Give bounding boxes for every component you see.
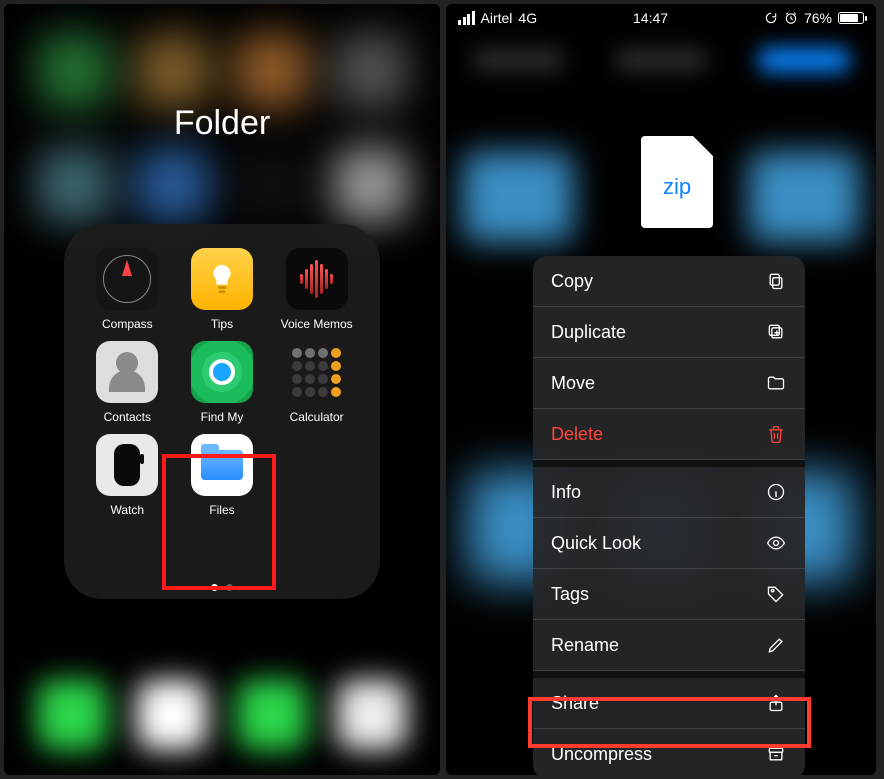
- menu-label: Info: [551, 482, 581, 503]
- find-my-icon: [191, 341, 253, 403]
- menu-delete[interactable]: Delete: [533, 409, 805, 460]
- alarm-icon: [784, 11, 798, 25]
- dock-blur: [4, 655, 440, 775]
- menu-label: Uncompress: [551, 744, 652, 765]
- watch-icon: [96, 434, 158, 496]
- share-icon: [765, 692, 787, 714]
- carrier-label: Airtel: [481, 10, 513, 26]
- menu-label: Rename: [551, 635, 619, 656]
- app-compass[interactable]: Compass: [82, 248, 172, 331]
- menu-uncompress[interactable]: Uncompress: [533, 729, 805, 775]
- app-label: Find My: [201, 410, 244, 424]
- menu-label: Duplicate: [551, 322, 626, 343]
- eye-icon: [765, 532, 787, 554]
- files-icon: [191, 434, 253, 496]
- folder-icon: [765, 372, 787, 394]
- copy-icon: [765, 270, 787, 292]
- menu-label: Tags: [551, 584, 589, 605]
- app-label: Contacts: [104, 410, 151, 424]
- app-label: Watch: [111, 503, 145, 517]
- app-calculator[interactable]: Calculator: [272, 341, 362, 424]
- app-find-my[interactable]: Find My: [177, 341, 267, 424]
- folder-panel[interactable]: Compass Tips Voice Memos Contacts: [64, 224, 380, 599]
- menu-label: Move: [551, 373, 595, 394]
- menu-quick-look[interactable]: Quick Look: [533, 518, 805, 569]
- pencil-icon: [765, 634, 787, 656]
- app-voice-memos[interactable]: Voice Memos: [272, 248, 362, 331]
- trash-icon: [765, 423, 787, 445]
- menu-copy[interactable]: Copy: [533, 256, 805, 307]
- contacts-icon: [96, 341, 158, 403]
- menu-tags[interactable]: Tags: [533, 569, 805, 620]
- app-tips[interactable]: Tips: [177, 248, 267, 331]
- battery-icon: [838, 12, 864, 24]
- app-contacts[interactable]: Contacts: [82, 341, 172, 424]
- menu-move[interactable]: Move: [533, 358, 805, 409]
- app-files[interactable]: Files: [177, 434, 267, 517]
- archive-icon: [765, 743, 787, 765]
- duplicate-icon: [765, 321, 787, 343]
- app-watch[interactable]: Watch: [82, 434, 172, 517]
- file-ext-label: zip: [663, 174, 691, 200]
- screenshot-left: Folder Compass Tips Voice Memos: [4, 4, 440, 775]
- status-bar: Airtel 4G 14:47 76%: [446, 4, 876, 32]
- folder-title: Folder: [4, 104, 440, 143]
- app-label: Compass: [102, 317, 153, 331]
- tag-icon: [765, 583, 787, 605]
- page-indicator[interactable]: [64, 584, 380, 591]
- menu-duplicate[interactable]: Duplicate: [533, 307, 805, 358]
- page-dot: [226, 584, 233, 591]
- menu-info[interactable]: Info: [533, 460, 805, 518]
- calculator-icon: [286, 341, 348, 403]
- voice-memos-icon: [286, 248, 348, 310]
- screenshot-right: Airtel 4G 14:47 76% zip Copy Duplicate M…: [446, 4, 876, 775]
- app-label: Voice Memos: [281, 317, 353, 331]
- page-dot-on: [211, 584, 218, 591]
- sync-icon: [764, 11, 778, 25]
- tips-icon: [191, 248, 253, 310]
- app-label: Files: [209, 503, 234, 517]
- menu-share[interactable]: Share: [533, 671, 805, 729]
- context-menu: Copy Duplicate Move Delete Info Quick Lo…: [533, 256, 805, 775]
- compass-icon: [96, 248, 158, 310]
- app-label: Calculator: [290, 410, 344, 424]
- signal-icon: [458, 11, 475, 25]
- info-icon: [765, 481, 787, 503]
- menu-label: Delete: [551, 424, 603, 445]
- page-fold-icon: [693, 136, 713, 156]
- menu-label: Share: [551, 693, 599, 714]
- battery-label: 76%: [804, 10, 832, 26]
- clock-label: 14:47: [633, 10, 668, 26]
- app-label: Tips: [211, 317, 233, 331]
- network-label: 4G: [518, 10, 537, 26]
- menu-rename[interactable]: Rename: [533, 620, 805, 671]
- menu-label: Copy: [551, 271, 593, 292]
- zip-file-preview[interactable]: zip: [641, 136, 713, 228]
- menu-label: Quick Look: [551, 533, 641, 554]
